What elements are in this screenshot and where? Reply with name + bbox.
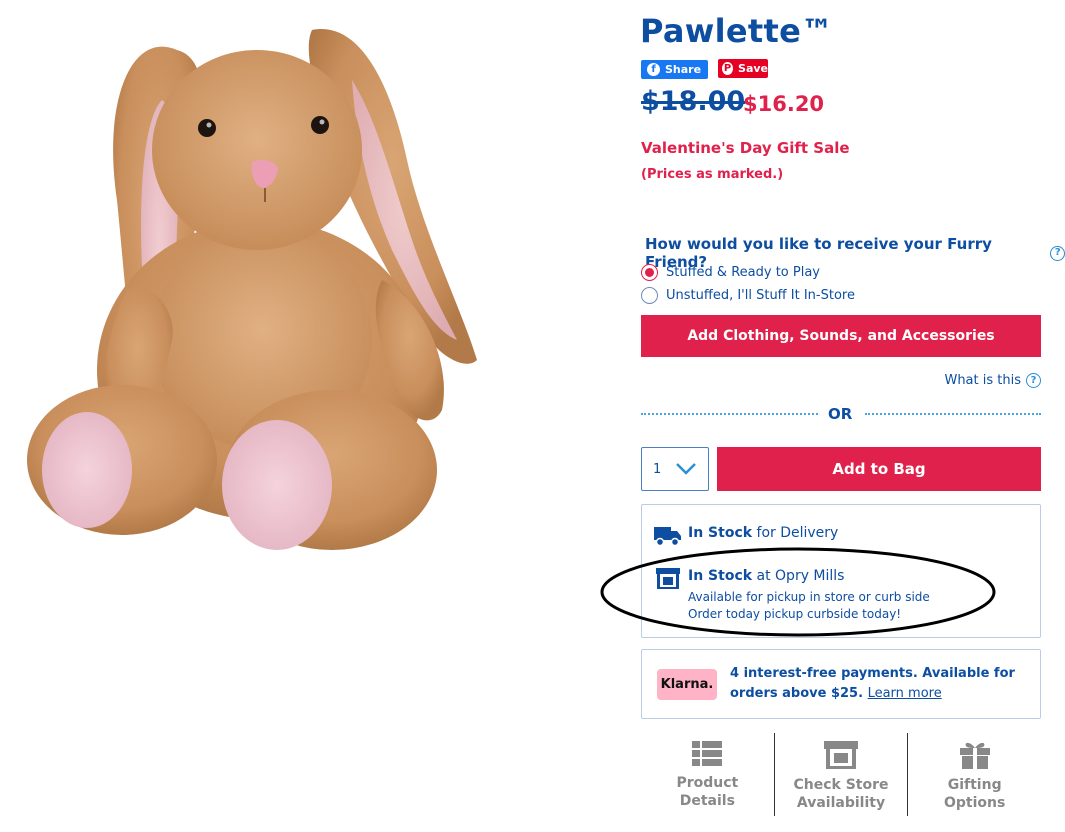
tab-product-details[interactable]: Product Details <box>641 733 774 816</box>
facebook-share-button[interactable]: f Share <box>641 60 708 79</box>
sale-note: (Prices as marked.) <box>641 167 784 182</box>
learn-more-link[interactable]: Learn more <box>868 686 942 701</box>
tab-gifting-options[interactable]: Gifting Options <box>907 733 1041 816</box>
divider-left <box>641 413 818 415</box>
divider-right <box>865 413 1041 415</box>
help-icon[interactable]: ? <box>1050 245 1065 261</box>
sale-price: $16.20 <box>743 92 825 116</box>
annotation-ellipse <box>600 547 996 637</box>
chevron-down-icon <box>676 463 696 475</box>
delivery-stock-line: In Stock for Delivery <box>688 525 838 541</box>
list-icon <box>692 741 723 766</box>
pinterest-icon: P <box>722 62 734 75</box>
sale-label: Valentine's Day Gift Sale <box>641 139 850 157</box>
facebook-icon: f <box>647 63 660 76</box>
help-icon: ? <box>1026 373 1041 388</box>
klarna-message: 4 interest-free payments. Available for … <box>730 664 1020 704</box>
truck-icon <box>654 527 681 547</box>
option-stuffed[interactable]: Stuffed & Ready to Play <box>641 264 820 281</box>
product-image <box>22 10 512 555</box>
save-label: Save <box>738 62 768 75</box>
option-stuffed-label: Stuffed & Ready to Play <box>666 265 820 280</box>
delivery-suffix: for Delivery <box>756 525 839 541</box>
or-label: OR <box>828 405 853 423</box>
radio-unselected-icon[interactable] <box>641 287 658 304</box>
what-is-this-link[interactable]: What is this ? <box>944 373 1041 388</box>
add-to-bag-button[interactable]: Add to Bag <box>717 447 1041 491</box>
store-icon <box>824 741 858 769</box>
delivery-status: In Stock <box>688 525 753 541</box>
product-title: Pawlette™ <box>640 12 834 50</box>
quantity-value: 1 <box>653 461 662 477</box>
option-unstuffed[interactable]: Unstuffed, I'll Stuff It In-Store <box>641 287 855 304</box>
share-label: Share <box>665 63 702 76</box>
tab-check-store[interactable]: Check Store Availability <box>773 733 908 816</box>
gift-icon <box>959 742 990 769</box>
klarna-panel: Klarna. 4 interest-free payments. Availa… <box>641 649 1041 719</box>
what-is-this-label: What is this <box>944 373 1021 388</box>
tab-product-details-label: Product Details <box>676 775 739 809</box>
radio-selected-icon[interactable] <box>641 264 658 281</box>
option-unstuffed-label: Unstuffed, I'll Stuff It In-Store <box>666 288 855 303</box>
plush-bunny-illustration <box>27 29 477 550</box>
info-tabs: Product Details Check Store Availability… <box>641 733 1041 816</box>
original-price: $18.00 <box>641 86 746 117</box>
quantity-select[interactable]: 1 <box>641 447 709 491</box>
tab-gifting-options-label: Gifting Options <box>944 777 1006 811</box>
pinterest-save-button[interactable]: P Save <box>718 59 768 78</box>
klarna-logo: Klarna. <box>657 669 717 700</box>
add-accessories-button[interactable]: Add Clothing, Sounds, and Accessories <box>641 315 1041 357</box>
tab-check-store-label: Check Store Availability <box>793 777 889 811</box>
